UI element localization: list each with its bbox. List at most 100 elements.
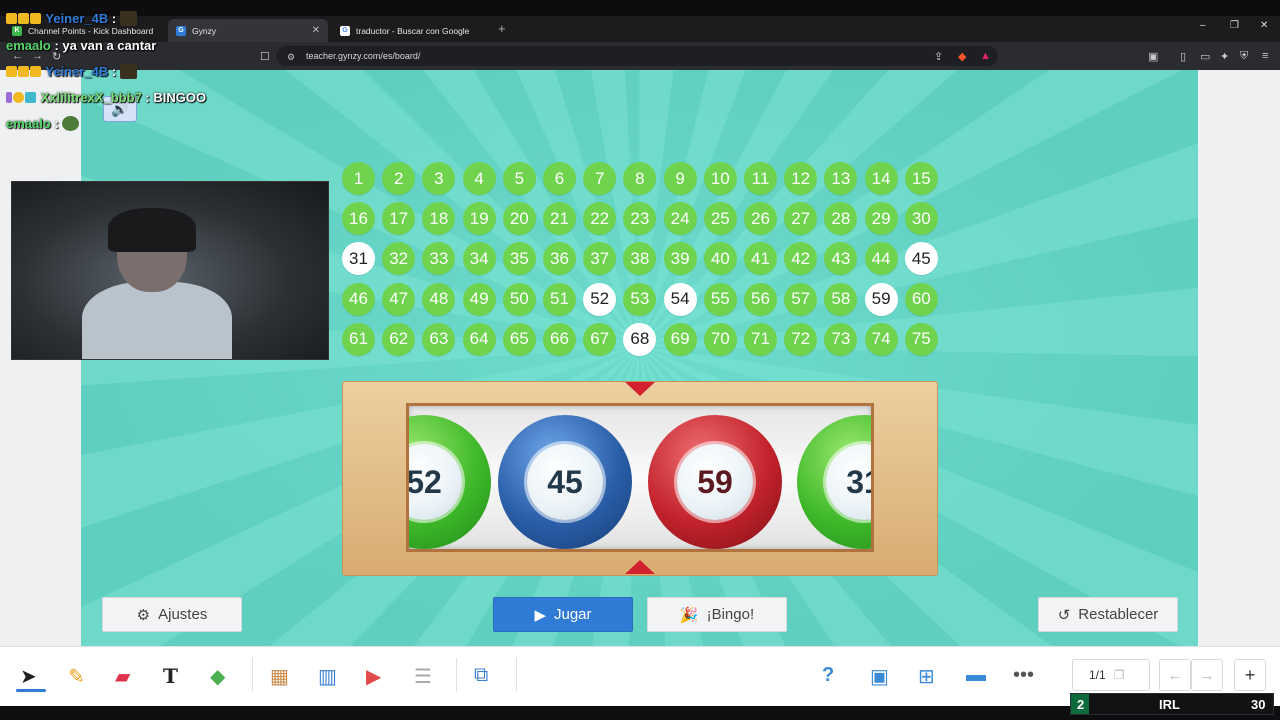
close-tab-icon[interactable]: ✕ bbox=[312, 25, 320, 36]
board-number[interactable]: 24 bbox=[663, 202, 697, 236]
help-icon[interactable]: ? bbox=[822, 664, 834, 687]
board-number[interactable]: 51 bbox=[543, 282, 576, 316]
reset-button[interactable]: ↺ Restablecer bbox=[1038, 597, 1178, 632]
board-number[interactable]: 4 bbox=[462, 162, 496, 195]
sidebar-icon[interactable]: ▯ bbox=[1180, 50, 1186, 63]
board-number[interactable]: 58 bbox=[824, 282, 858, 316]
previous-page-button[interactable]: ← bbox=[1159, 659, 1191, 691]
brave-shield-icon[interactable]: ◆ bbox=[958, 50, 966, 63]
board-number[interactable]: 2 bbox=[382, 162, 416, 195]
board-number[interactable]: 25 bbox=[703, 202, 737, 236]
add-image-icon[interactable]: ⊞ bbox=[918, 664, 935, 689]
minimize-icon[interactable]: – bbox=[1200, 20, 1206, 31]
board-number[interactable]: 49 bbox=[462, 282, 496, 316]
board-number[interactable]: 61 bbox=[342, 322, 375, 356]
board-number[interactable]: 5 bbox=[502, 162, 536, 195]
tab-traductor[interactable]: G traductor - Buscar con Google bbox=[332, 19, 492, 42]
board-number[interactable]: 63 bbox=[422, 322, 456, 356]
board-number[interactable]: 72 bbox=[784, 322, 818, 356]
shapes-tool-icon[interactable]: ◆ bbox=[210, 664, 225, 689]
called-number[interactable]: 68 bbox=[623, 322, 657, 356]
screen-share-icon[interactable]: ⧉ bbox=[474, 664, 488, 687]
play-button[interactable]: ▶ Jugar bbox=[493, 597, 633, 632]
folder-icon[interactable]: ▬ bbox=[966, 664, 986, 687]
media-icon[interactable]: ▶ bbox=[366, 664, 381, 689]
text-tool-icon[interactable]: T bbox=[163, 664, 178, 688]
site-settings-icon[interactable]: ⚙ bbox=[287, 52, 295, 63]
board-number[interactable]: 14 bbox=[864, 162, 898, 195]
bingo-button[interactable]: 🎉 ¡Bingo! bbox=[647, 597, 787, 632]
tools-box-icon[interactable]: ▦ bbox=[270, 664, 289, 689]
restore-icon[interactable]: ❐ bbox=[1230, 20, 1239, 31]
board-number[interactable]: 55 bbox=[703, 282, 737, 316]
save-icon[interactable]: ▣ bbox=[870, 664, 889, 689]
next-page-button[interactable]: → bbox=[1191, 659, 1223, 691]
board-number[interactable]: 70 bbox=[703, 322, 737, 356]
board-number[interactable]: 7 bbox=[583, 162, 617, 195]
board-number[interactable]: 30 bbox=[904, 202, 938, 236]
called-number[interactable]: 54 bbox=[663, 282, 697, 316]
board-number[interactable]: 40 bbox=[703, 242, 737, 276]
board-number[interactable]: 74 bbox=[864, 322, 898, 356]
board-number[interactable]: 39 bbox=[663, 242, 697, 276]
board-number[interactable]: 34 bbox=[462, 242, 496, 276]
menu-icon[interactable]: ≡ bbox=[1262, 50, 1268, 62]
board-number[interactable]: 20 bbox=[502, 202, 536, 236]
board-number[interactable]: 71 bbox=[744, 322, 777, 356]
board-number[interactable]: 12 bbox=[784, 162, 818, 195]
board-number[interactable]: 75 bbox=[904, 322, 938, 356]
called-number[interactable]: 45 bbox=[904, 242, 938, 276]
board-number[interactable]: 26 bbox=[744, 202, 777, 236]
board-number[interactable]: 6 bbox=[543, 162, 576, 195]
page-indicator[interactable]: 1/1 ❐ bbox=[1072, 659, 1150, 691]
board-number[interactable]: 48 bbox=[422, 282, 456, 316]
board-number[interactable]: 16 bbox=[342, 202, 375, 236]
pointer-tool-icon[interactable]: ➤ bbox=[20, 664, 37, 689]
board-number[interactable]: 46 bbox=[342, 282, 375, 316]
tab-gynzy[interactable]: G Gynzy ✕ bbox=[168, 19, 328, 42]
board-number[interactable]: 9 bbox=[663, 162, 697, 195]
board-number[interactable]: 35 bbox=[502, 242, 536, 276]
board-number[interactable]: 15 bbox=[904, 162, 938, 195]
close-window-icon[interactable]: ✕ bbox=[1260, 20, 1268, 31]
board-number[interactable]: 19 bbox=[462, 202, 496, 236]
called-number[interactable]: 59 bbox=[864, 282, 898, 316]
board-number[interactable]: 56 bbox=[744, 282, 777, 316]
board-number[interactable]: 44 bbox=[864, 242, 898, 276]
board-number[interactable]: 67 bbox=[583, 322, 617, 356]
add-page-button[interactable]: + bbox=[1234, 659, 1266, 691]
board-number[interactable]: 60 bbox=[904, 282, 938, 316]
library-icon[interactable]: ▥ bbox=[318, 664, 337, 689]
board-number[interactable]: 1 bbox=[342, 162, 375, 195]
os-top-bar bbox=[0, 0, 1280, 16]
called-number[interactable]: 52 bbox=[583, 282, 617, 316]
board-number[interactable]: 29 bbox=[864, 202, 898, 236]
board-number[interactable]: 47 bbox=[382, 282, 416, 316]
board-number[interactable]: 53 bbox=[623, 282, 657, 316]
board-number[interactable]: 21 bbox=[543, 202, 576, 236]
bookmark-icon[interactable]: ☐ bbox=[260, 50, 270, 63]
list-icon[interactable]: ☰ bbox=[414, 664, 432, 689]
share-icon[interactable]: ⇪ bbox=[934, 50, 943, 63]
board-number[interactable]: 64 bbox=[462, 322, 496, 356]
rewards-icon[interactable]: ▲ bbox=[980, 50, 991, 62]
board-number[interactable]: 65 bbox=[502, 322, 536, 356]
board-number[interactable]: 11 bbox=[744, 162, 777, 195]
new-tab-icon[interactable]: + bbox=[498, 21, 506, 36]
board-number[interactable]: 62 bbox=[382, 322, 416, 356]
pencil-tool-icon[interactable]: ✎ bbox=[68, 664, 85, 689]
wallet-icon[interactable]: ▭ bbox=[1200, 50, 1210, 63]
board-number[interactable]: 66 bbox=[543, 322, 576, 356]
url-text: teacher.gynzy.com/es/board/ bbox=[306, 51, 421, 61]
eraser-tool-icon[interactable]: ▰ bbox=[115, 664, 130, 689]
board-number[interactable]: 50 bbox=[502, 282, 536, 316]
board-number[interactable]: 69 bbox=[663, 322, 697, 356]
screenshot-icon[interactable]: ▣ bbox=[1148, 50, 1158, 63]
more-icon[interactable]: ••• bbox=[1013, 664, 1034, 687]
settings-button[interactable]: ⚙ Ajustes bbox=[102, 597, 242, 632]
board-number[interactable]: 73 bbox=[824, 322, 858, 356]
board-number[interactable]: 57 bbox=[784, 282, 818, 316]
leo-icon[interactable]: ✦ bbox=[1220, 50, 1229, 63]
vpn-icon[interactable]: ⛨ bbox=[1240, 50, 1248, 63]
board-number[interactable]: 10 bbox=[703, 162, 737, 195]
